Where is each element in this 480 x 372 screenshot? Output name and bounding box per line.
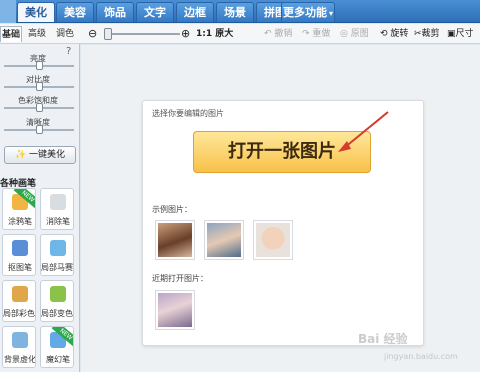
watermark-sub: jingyan.baidu.com — [384, 352, 458, 361]
arrow-shaft — [343, 111, 389, 149]
watermark: Bai 经验 jingyan.baidu.com — [358, 330, 478, 370]
watermark-main: Bai 经验 — [358, 332, 408, 346]
annotation-arrow — [338, 111, 389, 152]
